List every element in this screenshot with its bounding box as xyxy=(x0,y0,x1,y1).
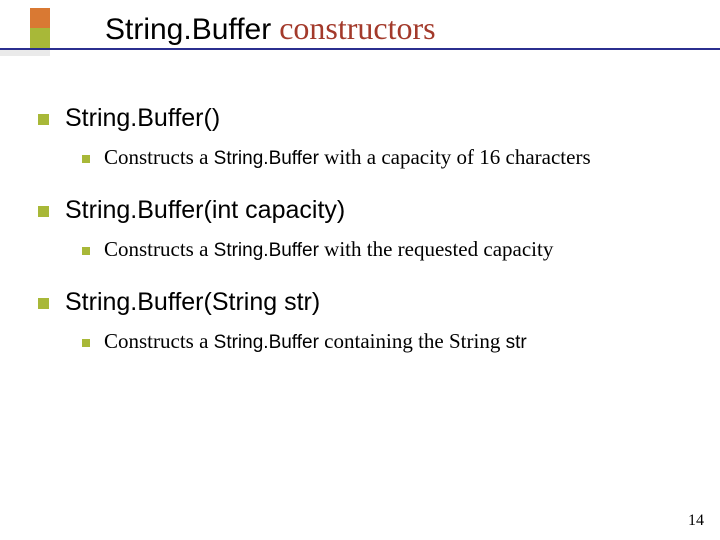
constructor-description: Constructs a String.Buffer containing th… xyxy=(104,329,527,354)
constructor-heading: String.Buffer() xyxy=(65,104,220,133)
desc-text: with a capacity of 16 characters xyxy=(319,145,591,169)
desc-code: str xyxy=(506,332,527,353)
constructor-heading: String.Buffer(int capacity) xyxy=(65,196,345,225)
bullet-icon xyxy=(38,206,49,217)
desc-text: containing the String xyxy=(319,329,506,353)
title-sub: constructors xyxy=(271,10,435,46)
constructor-description: Constructs a String.Buffer with the requ… xyxy=(104,237,553,262)
list-item: Constructs a String.Buffer containing th… xyxy=(82,329,682,354)
list-item: String.Buffer() xyxy=(38,104,682,133)
bullet-icon xyxy=(82,339,90,347)
constructor-heading: String.Buffer(String str) xyxy=(65,288,320,317)
desc-code: String.Buffer xyxy=(214,148,319,169)
decor-green-square xyxy=(30,28,50,48)
list-item: String.Buffer(String str) xyxy=(38,288,682,317)
list-item: Constructs a String.Buffer with the requ… xyxy=(82,237,682,262)
bullet-icon xyxy=(82,247,90,255)
desc-code: String.Buffer xyxy=(214,240,319,261)
list-item: Constructs a String.Buffer with a capaci… xyxy=(82,145,682,170)
constructor-description: Constructs a String.Buffer with a capaci… xyxy=(104,145,591,170)
desc-text: Constructs a xyxy=(104,237,214,261)
slide-content: String.Buffer() Constructs a String.Buff… xyxy=(0,68,720,354)
slide-header: String.Buffer constructors xyxy=(0,0,720,68)
desc-text: with the requested capacity xyxy=(319,237,553,261)
bullet-icon xyxy=(38,114,49,125)
desc-text: Constructs a xyxy=(104,329,214,353)
decor-title-underline xyxy=(0,48,720,50)
bullet-icon xyxy=(38,298,49,309)
list-item: String.Buffer(int capacity) xyxy=(38,196,682,225)
page-number: 14 xyxy=(688,512,704,530)
decor-orange-square xyxy=(30,8,50,28)
bullet-icon xyxy=(82,155,90,163)
desc-text: Constructs a xyxy=(104,145,214,169)
title-main: String.Buffer xyxy=(105,13,271,46)
slide-title: String.Buffer constructors xyxy=(105,10,436,47)
desc-code: String.Buffer xyxy=(214,332,319,353)
